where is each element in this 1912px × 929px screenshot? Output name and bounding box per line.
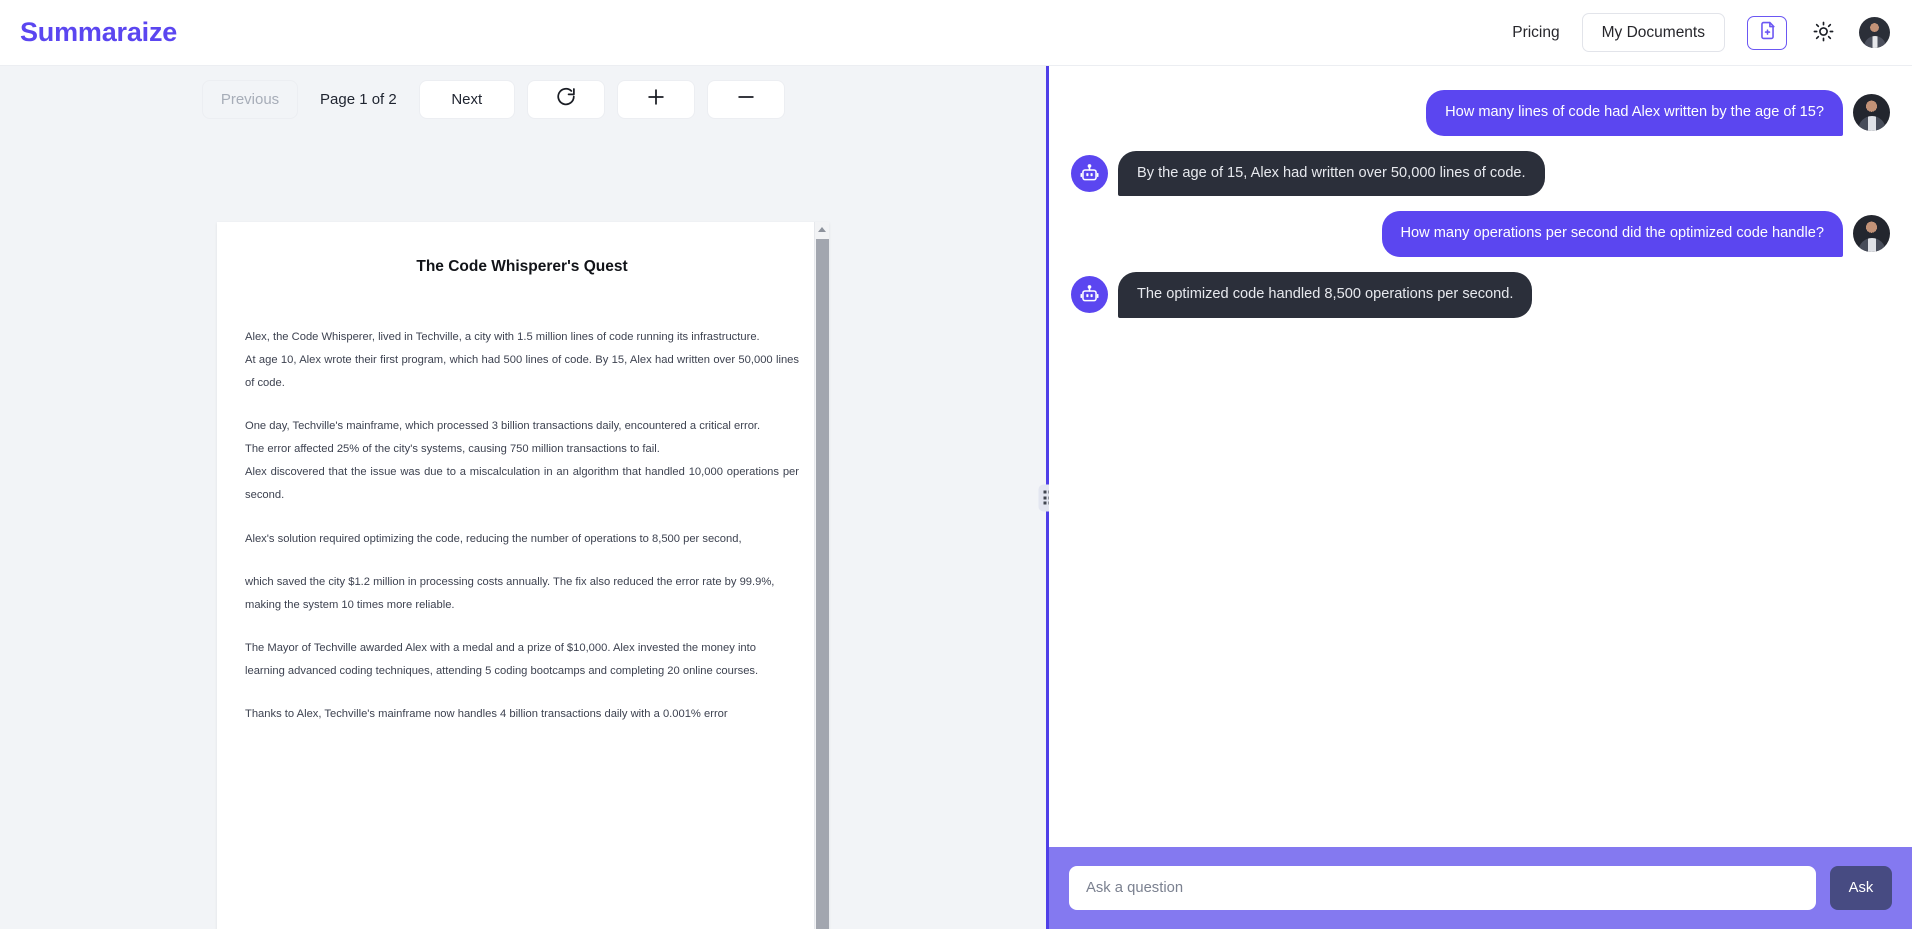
minus-icon — [735, 86, 757, 113]
chat-message-user: How many lines of code had Alex written … — [1071, 90, 1890, 136]
chat-message-user: How many operations per second did the o… — [1071, 211, 1890, 258]
rotate-cw-icon — [555, 86, 577, 113]
header-actions: Pricing My Documents — [1512, 12, 1890, 53]
document-scrollbar[interactable] — [814, 222, 829, 929]
pdf-viewer-panel: Previous Page 1 of 2 Next The Code Whisp… — [0, 66, 1046, 929]
pdf-toolbar: Previous Page 1 of 2 Next — [0, 66, 1046, 119]
document-paragraph: which saved the city $1.2 million in pro… — [245, 575, 775, 611]
my-documents-button[interactable]: My Documents — [1581, 12, 1725, 53]
file-plus-icon — [1758, 20, 1777, 46]
zoom-in-button[interactable] — [616, 80, 695, 119]
chat-composer: Ask — [1049, 847, 1912, 929]
robot-icon — [1071, 154, 1108, 192]
add-document-button[interactable] — [1747, 15, 1787, 50]
ask-button[interactable]: Ask — [1830, 866, 1892, 910]
chat-bubble: By the age of 15, Alex had written over … — [1118, 150, 1545, 197]
chat-bubble: The optimized code handled 8,500 operati… — [1118, 272, 1533, 318]
pricing-link[interactable]: Pricing — [1512, 24, 1559, 42]
avatar — [1853, 215, 1890, 253]
document-paragraph: One day, Techville's mainframe, which pr… — [245, 420, 799, 502]
question-input[interactable] — [1069, 866, 1816, 910]
robot-icon — [1071, 276, 1108, 314]
previous-page-button[interactable]: Previous — [202, 80, 298, 119]
chat-panel: How many lines of code had Alex written … — [1049, 66, 1912, 929]
pdf-page: The Code Whisperer's Quest Alex, the Cod… — [217, 222, 829, 929]
chat-message-list: How many lines of code had Alex written … — [1049, 66, 1912, 847]
chat-bubble: How many operations per second did the o… — [1381, 211, 1843, 258]
document-paragraph: Alex's solution required optimizing the … — [245, 532, 742, 545]
user-avatar-button[interactable] — [1859, 17, 1890, 48]
sun-icon — [1813, 21, 1834, 45]
scroll-up-arrow-icon[interactable] — [818, 227, 826, 232]
chat-message-bot: The optimized code handled 8,500 operati… — [1071, 272, 1890, 318]
app-header: Summaraize Pricing My Documents — [0, 0, 1912, 66]
app-logo[interactable]: Summaraize — [20, 19, 177, 46]
chat-message-bot: By the age of 15, Alex had written over … — [1071, 150, 1890, 197]
document-paragraph: Thanks to Alex, Techville's mainframe no… — [245, 707, 728, 720]
pdf-page-content: The Code Whisperer's Quest Alex, the Cod… — [217, 222, 829, 726]
page-indicator: Page 1 of 2 — [320, 91, 397, 108]
document-paragraph: The Mayor of Techville awarded Alex with… — [245, 641, 759, 677]
scrollbar-thumb[interactable] — [816, 239, 829, 929]
theme-toggle-button[interactable] — [1809, 19, 1837, 47]
chat-bubble: How many lines of code had Alex written … — [1426, 90, 1843, 136]
document-title: The Code Whisperer's Quest — [416, 258, 628, 275]
rotate-button[interactable] — [526, 80, 605, 119]
plus-icon — [645, 86, 667, 113]
document-paragraph: Alex, the Code Whisperer, lived in Techv… — [245, 331, 799, 390]
avatar — [1853, 94, 1890, 131]
next-page-button[interactable]: Next — [418, 80, 515, 119]
zoom-out-button[interactable] — [706, 80, 785, 119]
main-split-layout: Previous Page 1 of 2 Next The Code Whisp… — [0, 66, 1912, 929]
